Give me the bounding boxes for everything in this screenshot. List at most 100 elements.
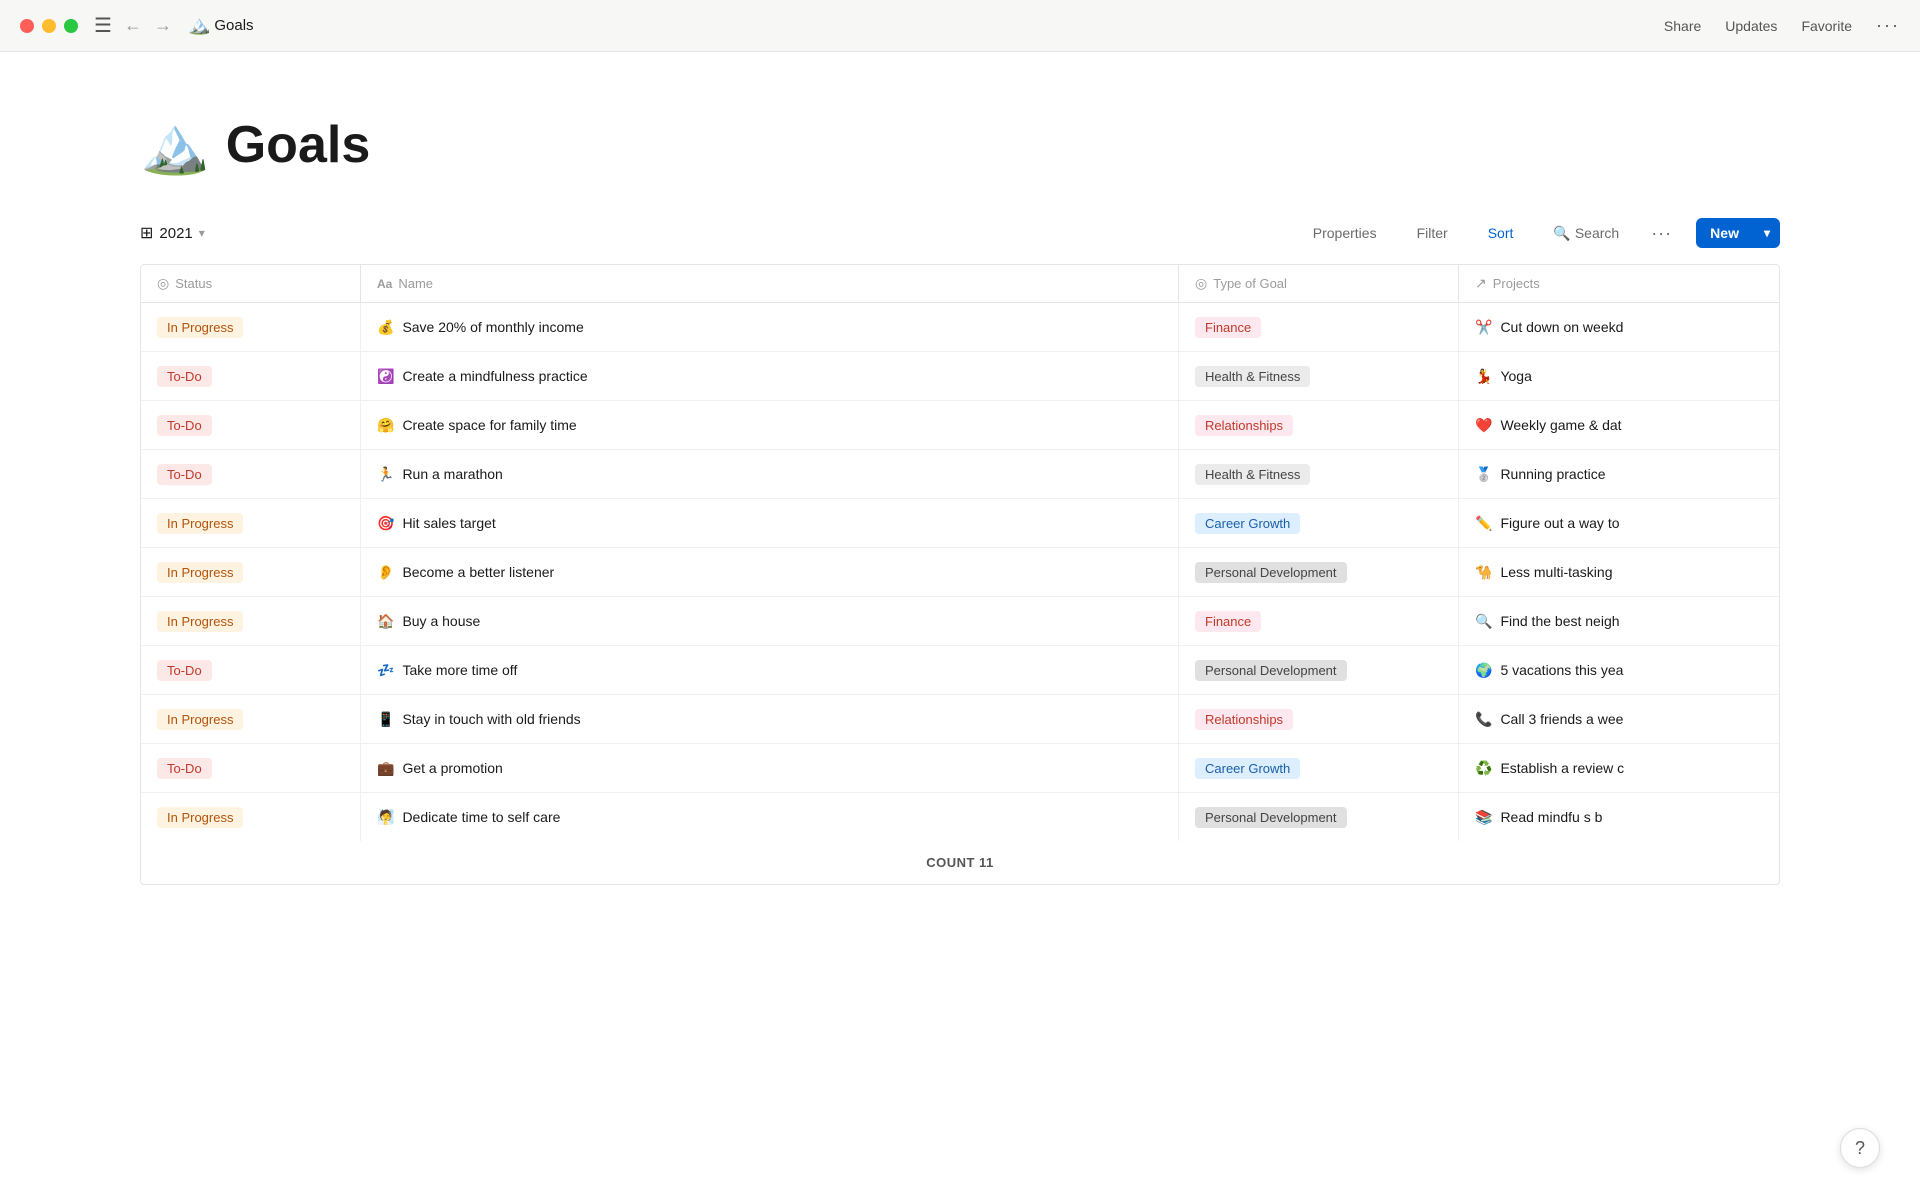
row-goal-type: Finance xyxy=(1179,303,1459,351)
row-name[interactable]: 🏃 Run a marathon xyxy=(361,450,1179,498)
search-button[interactable]: 🔍 Search xyxy=(1545,221,1627,246)
row-name[interactable]: ☯️ Create a mindfulness practice xyxy=(361,352,1179,400)
row-project[interactable]: ✂️ Cut down on weekd xyxy=(1459,303,1779,351)
row-name[interactable]: 💰 Save 20% of monthly income xyxy=(361,303,1179,351)
table-row[interactable]: To-Do 💤 Take more time off Personal Deve… xyxy=(141,646,1779,695)
row-goal-type: Personal Development xyxy=(1179,793,1459,841)
new-button[interactable]: New ▾ xyxy=(1696,218,1780,248)
goal-type-badge: Finance xyxy=(1195,611,1261,632)
status-badge: To-Do xyxy=(157,660,212,681)
row-name[interactable]: 🎯 Hit sales target xyxy=(361,499,1179,547)
project-emoji: 🔍 xyxy=(1475,613,1492,630)
project-text: Call 3 friends a wee xyxy=(1500,711,1623,727)
row-status: In Progress xyxy=(141,597,361,645)
table-row[interactable]: In Progress 📱 Stay in touch with old fri… xyxy=(141,695,1779,744)
name-emoji: 📱 xyxy=(377,711,394,728)
row-project[interactable]: 🔍 Find the best neigh xyxy=(1459,597,1779,645)
page-header: 🏔️ Goals xyxy=(140,112,1780,178)
status-badge: To-Do xyxy=(157,415,212,436)
row-name[interactable]: 🏠 Buy a house xyxy=(361,597,1179,645)
row-project[interactable]: ✏️ Figure out a way to xyxy=(1459,499,1779,547)
status-badge: In Progress xyxy=(157,513,243,534)
new-button-chevron-icon[interactable]: ▾ xyxy=(1754,219,1780,247)
toolbar: ⊞ 2021 ▾ Properties Filter Sort 🔍 Search… xyxy=(140,218,1780,248)
row-name[interactable]: 📱 Stay in touch with old friends xyxy=(361,695,1179,743)
row-status: In Progress xyxy=(141,499,361,547)
main-content: 🏔️ Goals ⊞ 2021 ▾ Properties Filter Sort… xyxy=(0,52,1920,885)
row-name[interactable]: 🤗 Create space for family time xyxy=(361,401,1179,449)
page-title-titlebar: Goals xyxy=(214,17,253,34)
forward-button[interactable]: → xyxy=(154,15,172,36)
table-row[interactable]: In Progress 🎯 Hit sales target Career Gr… xyxy=(141,499,1779,548)
toolbar-more-button[interactable]: ··· xyxy=(1651,223,1672,244)
navigation-buttons: ← → xyxy=(124,15,172,36)
row-name[interactable]: 🧖 Dedicate time to self care xyxy=(361,793,1179,841)
table-row[interactable]: In Progress 👂 Become a better listener P… xyxy=(141,548,1779,597)
row-status: To-Do xyxy=(141,401,361,449)
status-column-icon: ◎ xyxy=(157,275,169,292)
project-text: Yoga xyxy=(1500,368,1531,384)
name-column-label: Name xyxy=(398,276,433,291)
table-row[interactable]: To-Do ☯️ Create a mindfulness practice H… xyxy=(141,352,1779,401)
row-goal-type: Relationships xyxy=(1179,401,1459,449)
status-badge: In Progress xyxy=(157,611,243,632)
maximize-button[interactable] xyxy=(64,19,78,33)
table-row[interactable]: To-Do 🤗 Create space for family time Rel… xyxy=(141,401,1779,450)
updates-button[interactable]: Updates xyxy=(1725,18,1777,34)
project-text: 5 vacations this yea xyxy=(1500,662,1623,678)
table-row[interactable]: In Progress 🧖 Dedicate time to self care… xyxy=(141,793,1779,841)
row-project[interactable]: ❤️ Weekly game & dat xyxy=(1459,401,1779,449)
name-text: Create a mindfulness practice xyxy=(402,368,587,384)
row-project[interactable]: 🐪 Less multi-tasking xyxy=(1459,548,1779,596)
column-projects: ↗ Projects xyxy=(1459,265,1779,302)
row-name[interactable]: 💼 Get a promotion xyxy=(361,744,1179,792)
sidebar-toggle-icon[interactable]: ☰ xyxy=(94,13,112,38)
projects-column-icon: ↗ xyxy=(1475,275,1487,292)
table-row[interactable]: In Progress 💰 Save 20% of monthly income… xyxy=(141,303,1779,352)
new-button-label[interactable]: New xyxy=(1696,218,1753,248)
filter-button[interactable]: Filter xyxy=(1409,221,1456,245)
name-emoji: 🧖 xyxy=(377,809,394,826)
row-name[interactable]: 👂 Become a better listener xyxy=(361,548,1179,596)
goals-table: ◎ Status Aa Name ◎ Type of Goal ↗ Projec… xyxy=(140,264,1780,885)
row-status: In Progress xyxy=(141,548,361,596)
row-project[interactable]: 🌍 5 vacations this yea xyxy=(1459,646,1779,694)
name-emoji: 🤗 xyxy=(377,417,394,434)
name-text: Become a better listener xyxy=(402,564,554,580)
row-project[interactable]: 🥈 Running practice xyxy=(1459,450,1779,498)
project-emoji: 💃 xyxy=(1475,368,1492,385)
project-emoji: ✂️ xyxy=(1475,319,1492,336)
goal-type-badge: Personal Development xyxy=(1195,562,1347,583)
name-text: Get a promotion xyxy=(402,760,502,776)
favorite-button[interactable]: Favorite xyxy=(1801,18,1852,34)
row-project[interactable]: 📞 Call 3 friends a wee xyxy=(1459,695,1779,743)
view-selector[interactable]: ⊞ 2021 ▾ xyxy=(140,223,205,243)
goal-type-badge: Personal Development xyxy=(1195,660,1347,681)
name-text: Run a marathon xyxy=(402,466,502,482)
status-badge: To-Do xyxy=(157,758,212,779)
page-icon: 🏔️ xyxy=(188,15,210,36)
sort-button[interactable]: Sort xyxy=(1480,221,1522,245)
properties-button[interactable]: Properties xyxy=(1305,221,1385,245)
projects-column-label: Projects xyxy=(1493,276,1540,291)
row-status: In Progress xyxy=(141,793,361,841)
row-project[interactable]: ♻️ Establish a review c xyxy=(1459,744,1779,792)
minimize-button[interactable] xyxy=(42,19,56,33)
close-button[interactable] xyxy=(20,19,34,33)
goal-type-badge: Relationships xyxy=(1195,709,1293,730)
name-text: Buy a house xyxy=(402,613,480,629)
view-label: 2021 xyxy=(159,225,192,242)
share-button[interactable]: Share xyxy=(1664,18,1701,34)
table-row[interactable]: In Progress 🏠 Buy a house Finance 🔍 Find… xyxy=(141,597,1779,646)
help-button[interactable]: ? xyxy=(1840,1128,1880,1168)
row-project[interactable]: 📚 Read mindfu s b xyxy=(1459,793,1779,841)
more-options-button[interactable]: ··· xyxy=(1876,15,1900,36)
table-row[interactable]: To-Do 🏃 Run a marathon Health & Fitness … xyxy=(141,450,1779,499)
row-name[interactable]: 💤 Take more time off xyxy=(361,646,1179,694)
table-row[interactable]: To-Do 💼 Get a promotion Career Growth ♻️… xyxy=(141,744,1779,793)
name-column-icon: Aa xyxy=(377,277,392,291)
back-button[interactable]: ← xyxy=(124,15,142,36)
column-status: ◎ Status xyxy=(141,265,361,302)
row-project[interactable]: 💃 Yoga xyxy=(1459,352,1779,400)
project-emoji: 🌍 xyxy=(1475,662,1492,679)
